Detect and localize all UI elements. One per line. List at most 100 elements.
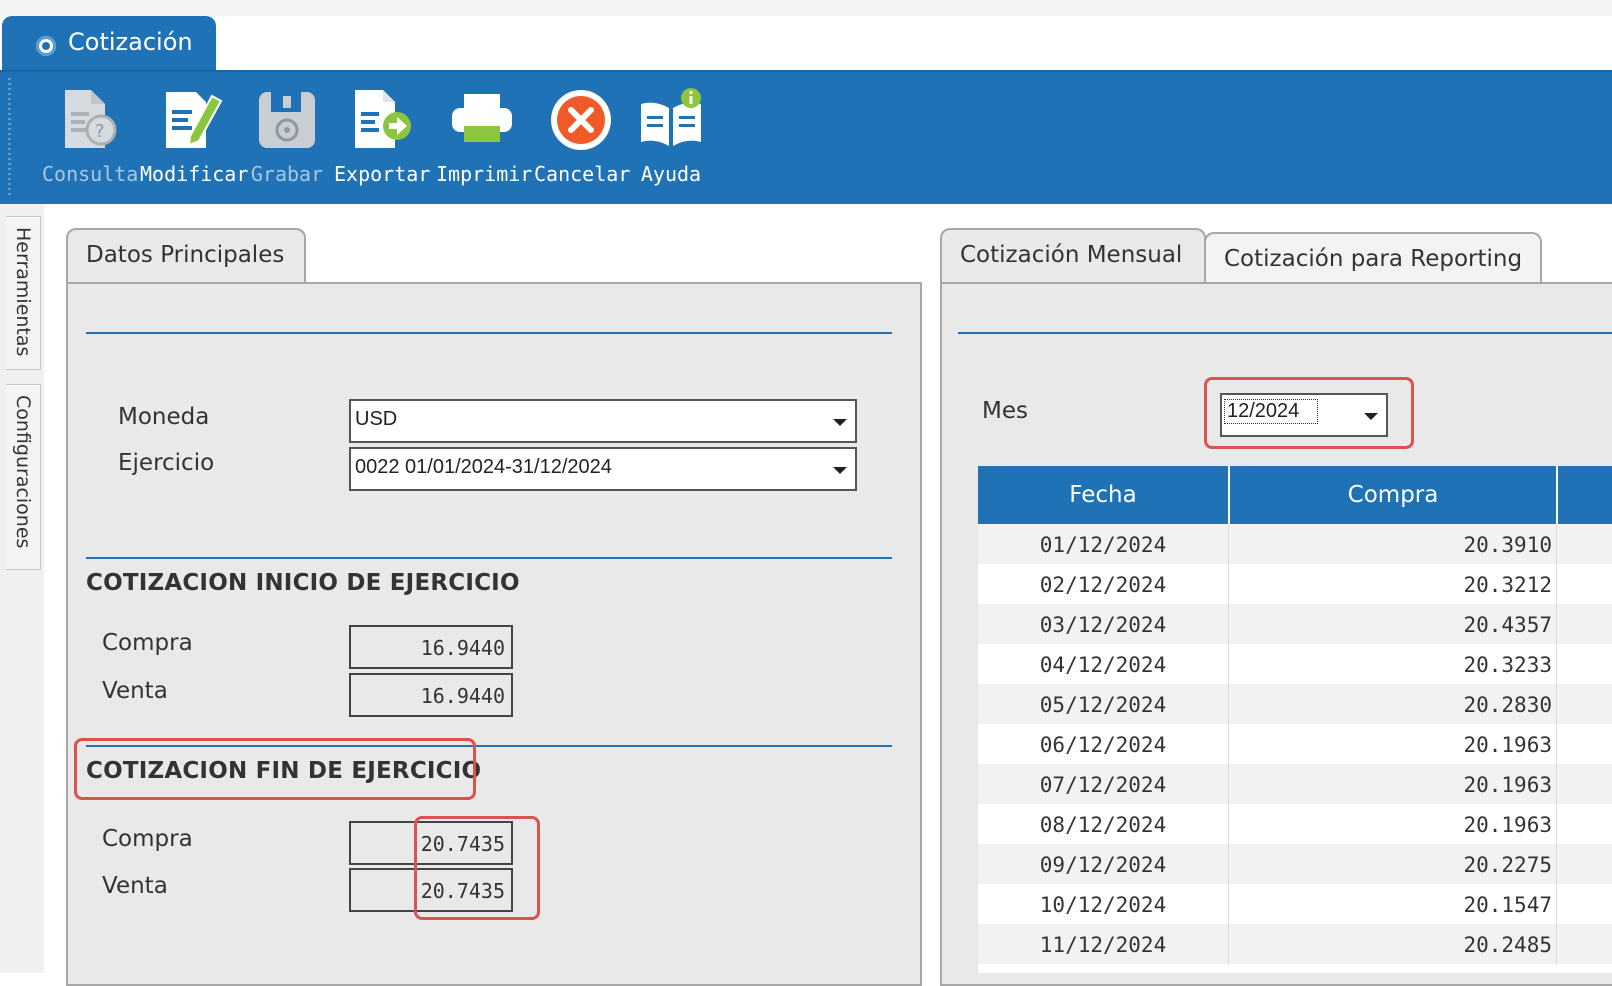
inicio-compra-field[interactable]: 16.9440 [349,625,513,669]
inicio-compra-label: Compra [102,630,193,656]
consulta-button[interactable]: ? Consulta [42,82,139,200]
highlight-fin-title [74,738,476,800]
table-row[interactable]: 10/12/2024 20.1547 [978,884,1612,924]
cell-fecha: 04/12/2024 [1039,653,1167,677]
cell-compra: 20.1547 [1463,893,1552,917]
table-row[interactable]: 09/12/2024 20.2275 [978,844,1612,884]
ejercicio-select[interactable]: 0022 01/01/2024-31/12/2024 [349,447,857,491]
column-separator [1556,604,1557,644]
fin-venta-label: Venta [102,873,168,899]
cotizacion-grid: Fecha Compra 01/12/2024 20.3910 02/12/2024… [978,466,1612,973]
cell-compra: 20.1963 [1463,813,1552,837]
table-row[interactable]: 05/12/2024 20.2830 [978,684,1612,724]
cell-fecha: 07/12/2024 [1039,773,1167,797]
grabar-button[interactable]: Grabar [248,82,326,200]
column-separator [1556,804,1557,844]
cell-fecha: 06/12/2024 [1039,733,1167,757]
table-row[interactable]: 03/12/2024 20.4357 [978,604,1612,644]
highlight-mes [1204,377,1414,449]
cell-fecha: 10/12/2024 [1039,893,1167,917]
toolbar-grip[interactable] [8,78,11,198]
printer-icon [448,86,516,154]
moneda-select[interactable]: USD [349,399,857,443]
cell-compra: 20.4357 [1463,613,1552,637]
chevron-down-icon [833,419,847,426]
table-row[interactable]: 08/12/2024 20.1963 [978,804,1612,844]
ayuda-label: Ayuda [640,162,702,186]
column-separator [1228,684,1229,724]
modificar-button[interactable]: Modificar [140,82,249,200]
sidebar-tab-herramientas[interactable]: Herramientas [6,216,41,370]
table-row[interactable]: 06/12/2024 20.1963 [978,724,1612,764]
column-separator [1228,884,1229,924]
cotizacion-inicio-title: COTIZACION INICIO DE EJERCICIO [86,570,520,596]
modificar-label: Modificar [140,162,249,186]
exportar-button[interactable]: Exportar [334,82,431,200]
save-disk-icon [253,86,321,154]
side-dock: Herramientas Configuraciones [0,204,45,973]
window-tab-cotizacion[interactable]: Cotización [2,16,216,74]
divider [86,557,892,559]
document-export-icon [347,86,415,154]
title-bar-background [0,0,1612,16]
cell-compra: 20.1963 [1463,733,1552,757]
table-row[interactable]: 02/12/2024 20.3212 [978,564,1612,604]
document-query-icon: ? [53,86,121,154]
table-row[interactable]: 01/12/2024 20.3910 [978,524,1612,564]
window-tab-label: Cotización [68,28,193,56]
app-logo-icon [36,36,56,56]
ayuda-button[interactable]: Ayuda [634,82,708,200]
tab-datos-principales[interactable]: Datos Principales [66,228,306,286]
column-separator [1556,684,1557,724]
column-separator [1556,924,1557,964]
svg-text:?: ? [95,121,105,142]
inicio-venta-value: 16.9440 [420,684,505,708]
column-header-fecha[interactable]: Fecha [978,466,1228,524]
column-separator [1228,924,1229,964]
column-separator [1228,844,1229,884]
column-separator [1228,724,1229,764]
divider [86,332,892,334]
tab-cotizacion-mensual[interactable]: Cotización Mensual [940,228,1206,286]
cell-compra: 20.2275 [1463,853,1552,877]
table-row[interactable]: 11/12/2024 20.2485 [978,924,1612,964]
cell-fecha: 09/12/2024 [1039,853,1167,877]
imprimir-label: Imprimir [436,162,533,186]
column-header-compra[interactable]: Compra [1230,466,1556,524]
column-separator [1228,804,1229,844]
column-header-next[interactable] [1558,466,1612,524]
cancelar-button[interactable]: Cancelar [534,82,631,200]
exportar-label: Exportar [334,162,431,186]
ejercicio-label: Ejercicio [118,450,215,476]
inicio-compra-value: 16.9440 [420,636,505,660]
inicio-venta-field[interactable]: 16.9440 [349,673,513,717]
document-edit-icon [156,86,224,154]
cell-compra: 20.2830 [1463,693,1552,717]
consulta-label: Consulta [42,162,139,186]
tab-label: Datos Principales [86,242,285,268]
cell-fecha: 03/12/2024 [1039,613,1167,637]
column-separator [1228,604,1229,644]
column-separator [1556,644,1557,684]
column-separator [1228,524,1229,564]
toolbar: ? Consulta Modificar Grabar Exportar Imp… [0,70,1612,206]
divider [958,332,1612,334]
cell-fecha: 08/12/2024 [1039,813,1167,837]
column-separator [1228,764,1229,804]
ejercicio-value: 0022 01/01/2024-31/12/2024 [355,456,612,478]
column-separator [1556,764,1557,804]
chevron-down-icon [833,467,847,474]
tab-cotizacion-reporting[interactable]: Cotización para Reporting [1204,232,1542,284]
column-separator [1228,564,1229,604]
fin-compra-label: Compra [102,826,193,852]
imprimir-button[interactable]: Imprimir [436,82,533,200]
sidebar-tab-configuraciones[interactable]: Configuraciones [6,384,41,570]
cell-compra: 20.3233 [1463,653,1552,677]
table-row[interactable]: 07/12/2024 20.1963 [978,764,1612,804]
cancelar-label: Cancelar [534,162,631,186]
grabar-label: Grabar [250,162,324,186]
help-book-icon [637,86,705,154]
table-row[interactable]: 04/12/2024 20.3233 [978,644,1612,684]
cell-compra: 20.2485 [1463,933,1552,957]
column-separator [1228,644,1229,684]
